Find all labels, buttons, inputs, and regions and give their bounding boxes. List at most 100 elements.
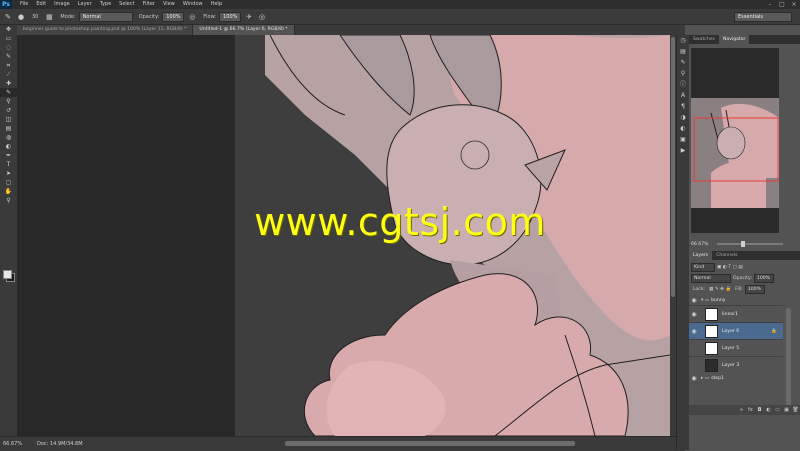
- tab-swatches[interactable]: Swatches: [689, 35, 719, 44]
- menu-help[interactable]: Help: [207, 0, 226, 9]
- paragraph-icon[interactable]: ¶: [677, 101, 689, 112]
- menu-image[interactable]: Image: [50, 0, 74, 9]
- layer-row-layer-3[interactable]: Layer 3: [689, 356, 783, 373]
- menu-view[interactable]: View: [159, 0, 179, 9]
- eye-icon[interactable]: ◉: [689, 311, 699, 318]
- pressure-opacity-icon[interactable]: ◎: [187, 12, 197, 22]
- adjustments-icon[interactable]: ◐: [677, 123, 689, 134]
- tab-navigator[interactable]: Navigator: [718, 35, 750, 44]
- layers-panel: Layers Channels Kind ▣ ◐ T ▢ ▤ Normal Op…: [689, 251, 800, 450]
- shape-tool-icon[interactable]: ▢: [0, 178, 17, 187]
- tab-untitled-1[interactable]: Untitled-1 @ 66.7% (Layer 6, RGB/8) *: [193, 25, 295, 35]
- new-layer-icon[interactable]: ▣: [782, 407, 791, 413]
- crop-tool-icon[interactable]: ⌗: [0, 61, 17, 70]
- fill-label: Fill:: [735, 286, 743, 292]
- eraser-tool-icon[interactable]: ◫: [0, 115, 17, 124]
- navigator-preview[interactable]: [691, 48, 779, 233]
- menu-type[interactable]: Type: [96, 0, 115, 9]
- history-brush-tool-icon[interactable]: ↺: [0, 106, 17, 115]
- filter-icons[interactable]: ▣ ◐ T ▢ ▤: [717, 265, 743, 270]
- tab-layers[interactable]: Layers: [689, 251, 713, 260]
- eyedropper-tool-icon[interactable]: ⟋: [0, 70, 17, 79]
- color-icon[interactable]: ◑: [677, 112, 689, 123]
- navigator-zoom-slider[interactable]: [717, 243, 783, 245]
- tab-beginner-guide[interactable]: beginner guide to photoshop painting.psd…: [17, 25, 194, 35]
- marquee-tool-icon[interactable]: ▭: [0, 34, 17, 43]
- eye-icon[interactable]: ◉: [689, 297, 699, 304]
- clone-source-icon[interactable]: ⚲: [677, 68, 689, 79]
- brush-presets-icon[interactable]: ✎: [677, 57, 689, 68]
- styles-icon[interactable]: ▣: [677, 134, 689, 145]
- layer-thumbnail: [705, 358, 718, 372]
- lock-label: Lock:: [693, 286, 706, 292]
- eye-icon[interactable]: ◉: [689, 328, 699, 335]
- zoom-level[interactable]: 66.67%: [3, 441, 23, 447]
- type-tool-icon[interactable]: T: [0, 160, 17, 169]
- layer-group-step1[interactable]: ◉ ▸ ▭ step1: [689, 374, 783, 382]
- blur-tool-icon[interactable]: ◍: [0, 133, 17, 142]
- info-icon[interactable]: ⓘ: [677, 79, 689, 90]
- canvas-horizontal-scroll-thumb[interactable]: [285, 441, 575, 446]
- gradient-tool-icon[interactable]: ▤: [0, 124, 17, 133]
- layers-scrollbar[interactable]: [786, 308, 791, 408]
- layer-kind-select[interactable]: Kind: [691, 262, 715, 272]
- eye-icon[interactable]: ◉: [689, 375, 699, 382]
- layer-opacity-field[interactable]: 100%: [753, 273, 774, 283]
- trash-icon[interactable]: 🗑: [791, 407, 800, 413]
- menu-file[interactable]: File: [16, 0, 32, 9]
- navigator-thumbnail: [691, 48, 779, 233]
- hand-tool-icon[interactable]: ✋: [0, 187, 17, 196]
- airbrush-icon[interactable]: ✈: [244, 12, 254, 22]
- close-button[interactable]: ×: [788, 0, 800, 9]
- brush-panel-icon[interactable]: ▦: [44, 12, 54, 22]
- layer-fill-field[interactable]: 100%: [744, 284, 765, 294]
- character-icon[interactable]: A: [677, 90, 689, 101]
- layer-group-bunny[interactable]: ◉ ▾ ▭ bunny: [689, 296, 783, 304]
- lock-icons[interactable]: ▦ ✎ ✥ 🔒: [709, 287, 731, 292]
- tab-channels[interactable]: Channels: [712, 251, 741, 260]
- blend-mode-select[interactable]: Normal: [691, 273, 731, 283]
- new-group-icon[interactable]: ▭: [773, 407, 782, 413]
- opacity-field[interactable]: 100%: [162, 11, 185, 22]
- pen-tool-icon[interactable]: ✒: [0, 151, 17, 160]
- navigator-zoom-row: 66.67%: [689, 239, 800, 249]
- path-select-tool-icon[interactable]: ➤: [0, 169, 17, 178]
- clone-stamp-tool-icon[interactable]: ⚲: [0, 97, 17, 106]
- menu-edit[interactable]: Edit: [32, 0, 50, 9]
- brush-tool-icon[interactable]: ✎: [0, 88, 17, 97]
- menu-filter[interactable]: Filter: [139, 0, 159, 9]
- menu-select[interactable]: Select: [115, 0, 138, 9]
- layer-name: Layer 3: [722, 362, 740, 368]
- layer-row-layer-5[interactable]: Layer 5: [689, 339, 783, 356]
- pressure-size-icon[interactable]: ◎: [257, 12, 267, 22]
- healing-tool-icon[interactable]: ✚: [0, 79, 17, 88]
- history-icon[interactable]: ◷: [677, 35, 689, 46]
- actions-icon[interactable]: ▶: [677, 145, 689, 156]
- lasso-tool-icon[interactable]: ◌: [0, 43, 17, 52]
- move-tool-icon[interactable]: ✥: [0, 25, 17, 34]
- options-bar: ✎ ● 30 ▦ Mode: Normal Opacity: 100% ◎ Fl…: [0, 9, 800, 25]
- menu-layer[interactable]: Layer: [74, 0, 96, 9]
- quick-select-tool-icon[interactable]: ✎: [0, 52, 17, 61]
- dodge-tool-icon[interactable]: ◐: [0, 142, 17, 151]
- adjustment-layer-icon[interactable]: ◐: [764, 407, 773, 413]
- mode-select[interactable]: Normal: [78, 11, 133, 22]
- workspace-select[interactable]: Essentials: [734, 12, 792, 22]
- brush-tool-icon[interactable]: ✎: [3, 12, 13, 22]
- canvas-vertical-scroll-thumb[interactable]: [671, 37, 675, 297]
- brush-preset-icon[interactable]: ●: [16, 12, 26, 22]
- foreground-color-swatch[interactable]: [3, 270, 12, 279]
- layer-row-linear1[interactable]: ◉ linear1: [689, 305, 783, 322]
- minimize-button[interactable]: –: [764, 0, 776, 9]
- fx-icon[interactable]: fx: [746, 407, 755, 413]
- maximize-button[interactable]: □: [776, 0, 788, 9]
- flow-field[interactable]: 100%: [219, 11, 242, 22]
- menu-window[interactable]: Window: [179, 0, 207, 9]
- layer-row-layer-6[interactable]: ◉ Layer 6 🔒: [689, 322, 783, 339]
- mask-icon[interactable]: ◘: [755, 407, 764, 413]
- navigator-zoom-knob[interactable]: [741, 241, 745, 247]
- link-layers-icon[interactable]: ∞: [737, 407, 746, 413]
- properties-icon[interactable]: ▤: [677, 46, 689, 57]
- right-panels: Swatches Navigator 66.67% Layers Channel…: [689, 35, 800, 450]
- navigator-zoom[interactable]: 66.67%: [691, 242, 711, 247]
